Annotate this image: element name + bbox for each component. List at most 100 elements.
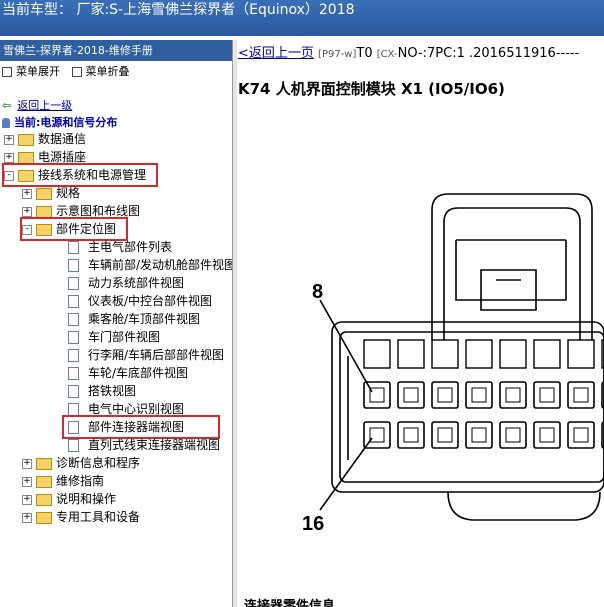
doc-ref: NO-:7PC:1 .2016511916----- <box>397 46 580 61</box>
pin-cavity-inner <box>573 427 589 443</box>
pin-cavity <box>465 421 493 449</box>
tree-item-label: 诊断信息和程序 <box>56 456 141 470</box>
expand-node-icon[interactable]: + <box>22 477 32 487</box>
tree-item-label: 行李厢/车辆后部部件视图 <box>88 348 225 362</box>
pin-cavity <box>397 421 425 449</box>
document-icon <box>68 241 79 254</box>
doc-code: [P97-w] <box>318 49 357 60</box>
pin-cavity <box>397 381 425 409</box>
pin-cavity <box>499 381 527 409</box>
collapse-icon <box>71 67 82 77</box>
upper-cavity <box>533 339 561 369</box>
upper-cavity <box>431 339 459 369</box>
collapse-menu-button[interactable]: 菜单折叠 <box>71 63 130 81</box>
expand-icon <box>2 67 12 77</box>
back-to-parent[interactable]: ⇦ 返回上一级 <box>2 97 72 113</box>
tree-item-label: 车门部件视图 <box>88 330 161 344</box>
document-icon <box>68 367 79 380</box>
tree-item-label: 仪表板/中控台部件视图 <box>88 294 213 308</box>
pin-cavity-inner <box>369 427 385 443</box>
tree-item-label: 搭铁视图 <box>88 384 137 398</box>
tree-item-label: 乘客舱/车顶部件视图 <box>88 312 201 326</box>
back-to-parent-link[interactable]: 返回上一级 <box>17 99 72 112</box>
document-icon <box>68 313 79 326</box>
expand-node-icon[interactable]: + <box>22 495 32 505</box>
pin-cavity <box>431 381 459 409</box>
pin-cavity-inner <box>505 427 521 443</box>
connector-bottom-rib <box>447 491 601 521</box>
doc-cx: [CX- <box>376 49 398 60</box>
tree-item-label: 维修指南 <box>56 474 105 488</box>
pin-cavity-inner <box>437 387 453 403</box>
connector-body <box>331 321 604 493</box>
pin-cavity-inner <box>505 387 521 403</box>
current-location: 当前:电源和信号分布 <box>2 114 117 130</box>
folder-icon <box>36 458 52 470</box>
expand-node-icon[interactable]: + <box>22 513 32 523</box>
connector-diagram: 8 16 <box>302 193 604 535</box>
upper-cavity <box>567 339 595 369</box>
pin-cavity <box>567 381 595 409</box>
folder-icon <box>36 188 52 200</box>
window-titlebar: 当前车型： 厂家:S-上海雪佛兰探界者（Equinox）2018 <box>0 0 604 36</box>
navigation-panel: 雪佛兰-探界者-2018-维修手册 菜单展开 菜单折叠 ⇦ 返回上一级 当前:电源… <box>0 40 232 607</box>
expand-node-icon[interactable]: + <box>4 153 14 163</box>
tree-item-label: 规格 <box>56 186 81 200</box>
tree-item-label: 主电气部件列表 <box>88 240 173 254</box>
pin-cavity-inner <box>403 427 419 443</box>
document-icon <box>68 439 79 452</box>
expand-node-icon[interactable]: + <box>4 135 14 145</box>
content-nav: <返回上一页 [P97-w]T0 [CX-NO-:7PC:1 .20165119… <box>238 42 579 61</box>
document-icon <box>68 385 79 398</box>
tree-item-label: 专用工具和设备 <box>56 510 141 524</box>
doc-id: T0 <box>356 46 373 61</box>
upper-cavity <box>465 339 493 369</box>
expand-node-icon[interactable]: + <box>22 207 32 217</box>
document-icon <box>68 331 79 344</box>
upper-cavity <box>499 339 527 369</box>
document-icon <box>68 259 79 272</box>
folder-icon <box>36 512 52 524</box>
tree-item-label: 车轮/车底部件视图 <box>88 366 189 380</box>
pin-cavities <box>363 339 604 449</box>
tree-toolbar: 菜单展开 菜单折叠 <box>0 63 232 81</box>
pin-cavity <box>533 381 561 409</box>
pin-16-leader <box>319 437 373 511</box>
section-title: 连接器零件信息 <box>244 599 336 607</box>
tree-item-label: 车辆前部/发动机舱部件视图 <box>88 258 232 272</box>
tree-item-label: 直列式线束连接器端视图 <box>88 438 221 452</box>
window-title: 当前车型： 厂家:S-上海雪佛兰探界者（Equinox）2018 <box>2 2 355 18</box>
tree-item-label: 动力系统部件视图 <box>88 276 185 290</box>
latch-tab <box>480 269 537 311</box>
pin-cavity <box>431 421 459 449</box>
document-icon <box>68 277 79 290</box>
document-icon <box>68 349 79 362</box>
expand-node-icon[interactable]: + <box>22 189 32 199</box>
pin-cavity-inner <box>573 387 589 403</box>
pin-cavity-inner <box>539 427 555 443</box>
pin-cavity-inner <box>471 427 487 443</box>
upper-cavity <box>397 339 425 369</box>
document-icon <box>68 295 79 308</box>
back-arrow-icon: ⇦ <box>2 99 12 112</box>
content-panel: <返回上一页 [P97-w]T0 [CX-NO-:7PC:1 .20165119… <box>236 40 604 607</box>
page-title: K74 人机界面控制模块 X1 (IO5/IO6) <box>238 80 505 98</box>
pin-cavity <box>465 381 493 409</box>
expand-node-icon[interactable]: + <box>22 459 32 469</box>
folder-icon <box>36 494 52 506</box>
upper-cavity <box>363 339 391 369</box>
pin-cavity-inner <box>369 387 385 403</box>
latch-inner <box>443 207 581 340</box>
tree-item-label: 说明和操作 <box>56 492 117 506</box>
pin-cavity-inner <box>403 387 419 403</box>
pin-cavity <box>533 421 561 449</box>
pin-cavity-inner <box>539 387 555 403</box>
location-icon <box>2 118 10 128</box>
pin-cavity <box>567 421 595 449</box>
pin-cavity-inner <box>471 387 487 403</box>
pin-cavity <box>499 421 527 449</box>
pin-cavity-inner <box>437 427 453 443</box>
expand-menu-button[interactable]: 菜单展开 <box>2 63 60 81</box>
back-page-link[interactable]: <返回上一页 <box>238 46 314 61</box>
connector-inner-body <box>339 331 604 483</box>
